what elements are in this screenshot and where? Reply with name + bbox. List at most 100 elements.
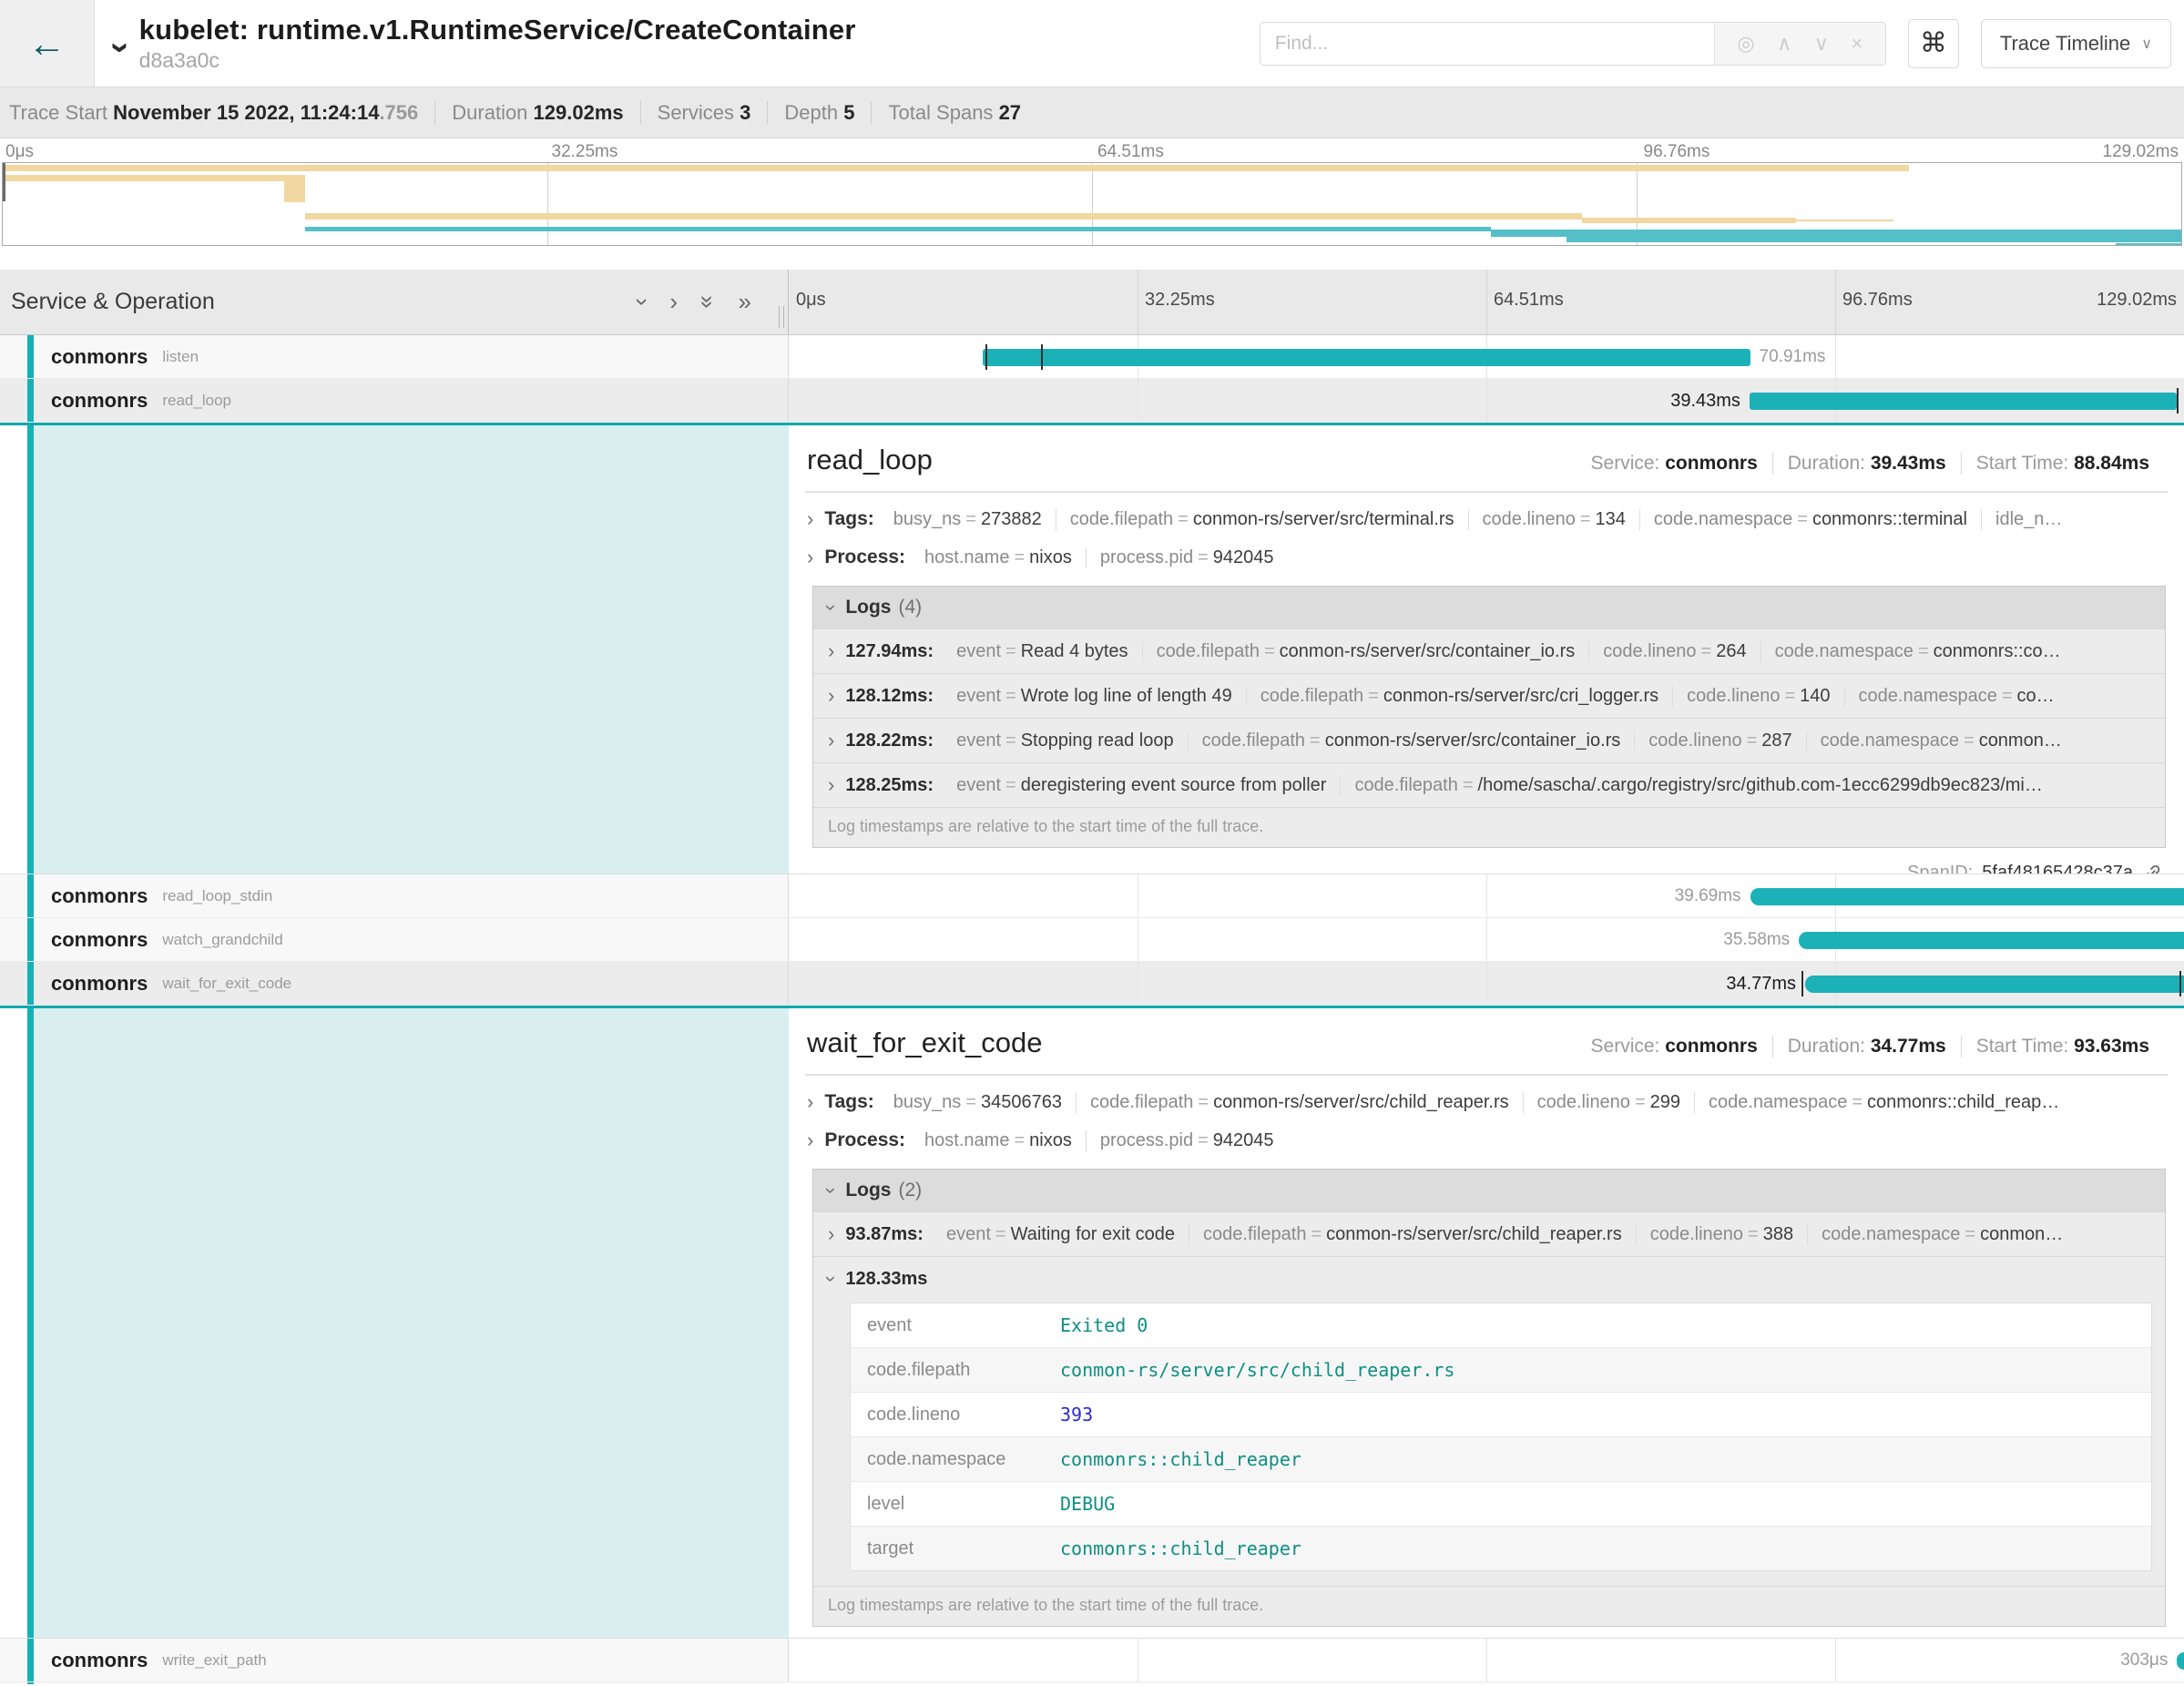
span-color-bar — [27, 962, 34, 1005]
log-field-row: code.lineno 393 — [851, 1392, 2151, 1436]
copy-link-icon[interactable] — [2142, 863, 2162, 875]
key-value-pair: process.pid=942045 — [1086, 1130, 1288, 1151]
key-value-pair: code.lineno=140 — [1672, 686, 1843, 707]
key-value-pair: code.lineno=134 — [1468, 509, 1639, 530]
minimap-span-bar — [1491, 230, 2181, 237]
chevron-down-icon: › — [820, 604, 843, 610]
key-value-pair: code.filepath=/home/sascha/.cargo/regist… — [1340, 775, 2056, 796]
tags-row[interactable]: › Tags: busy_ns=34506763code.filepath=co… — [805, 1090, 2168, 1114]
jaeger-trace-timeline-page: ← › kubelet: runtime.v1.RuntimeService/C… — [0, 0, 2184, 1686]
expand-all-icon[interactable]: » — [694, 295, 722, 308]
log-note: Log timestamps are relative to the start… — [813, 1586, 2165, 1626]
log-entry[interactable]: › 128.22ms: event=Stopping read loopcode… — [813, 718, 2165, 762]
key-value-pair: code.namespace=conmonrs::terminal — [1639, 509, 1981, 530]
minimap-span-bar — [3, 175, 295, 181]
services-stat: Services 3 — [640, 101, 768, 125]
span-operation: watch_grandchild — [162, 931, 282, 949]
log-entry[interactable]: › 127.94ms: event=Read 4 bytescode.filep… — [813, 628, 2165, 673]
span-duration-label: 39.69ms — [1675, 874, 1750, 918]
span-row-read-loop[interactable]: conmonrs read_loop 39.43ms — [0, 379, 2184, 423]
key-value-pair: busy_ns=273882 — [880, 509, 1056, 530]
process-row[interactable]: › Process: host.name=nixosprocess.pid=94… — [805, 546, 2168, 569]
span-row-wait-for-exit-code[interactable]: conmonrs wait_for_exit_code 34.77ms — [0, 962, 2184, 1006]
depth-stat: Depth 5 — [767, 101, 871, 125]
logs-header[interactable]: › Logs (2) — [813, 1170, 2165, 1211]
keyboard-shortcuts-button[interactable]: ⌘ — [1908, 19, 1959, 68]
key-value-pair: host.name=nixos — [911, 1130, 1086, 1151]
find-input[interactable] — [1260, 23, 1714, 65]
key-value-pair: busy_ns=34506763 — [880, 1092, 1076, 1113]
match-target-icon[interactable]: ◎ — [1737, 32, 1754, 56]
trace-stats-bar: Trace Start November 15 2022, 11:24:14.7… — [0, 87, 2184, 138]
trace-view-dropdown[interactable]: Trace Timeline ∨ — [1981, 19, 2171, 68]
span-id-row: SpanID: 5faf48165428c37a — [805, 848, 2168, 874]
chevron-right-icon: › — [807, 546, 813, 569]
span-bar[interactable] — [983, 349, 1750, 366]
span-row-listen[interactable]: conmonrs listen 70.91ms — [0, 335, 2184, 379]
minimap-drag-handle[interactable] — [3, 163, 5, 201]
span-operation: write_exit_path — [162, 1651, 266, 1670]
span-bar[interactable] — [1750, 888, 2184, 905]
logs-header[interactable]: › Logs (4) — [813, 587, 2165, 628]
process-row[interactable]: › Process: host.name=nixosprocess.pid=94… — [805, 1129, 2168, 1152]
expand-one-level-icon[interactable]: › — [628, 298, 657, 306]
span-duration-label: 303μs — [2120, 1639, 2177, 1682]
key-value-pair: code.namespace=conmon… — [1807, 1224, 2077, 1245]
span-bar[interactable] — [1805, 976, 2184, 993]
log-marker-tick — [2177, 388, 2179, 414]
log-fields-table: event Exited 0 code.filepath conmon-rs/s… — [850, 1303, 2152, 1571]
minimap-span-bar — [1567, 237, 2181, 242]
minimap-span-bar — [1796, 220, 1894, 221]
span-bar[interactable] — [1750, 393, 2177, 410]
span-table-header: Service & Operation › › » » 0μs 32.25ms … — [0, 270, 2184, 335]
trace-view-label: Trace Timeline — [2000, 32, 2130, 56]
clear-search-icon[interactable]: × — [1851, 32, 1863, 56]
log-entry[interactable]: › 128.12ms: event=Wrote log line of leng… — [813, 673, 2165, 718]
collapse-header-chevron-icon[interactable]: › — [101, 42, 140, 54]
detail-indent-column — [0, 425, 789, 874]
span-duration-label: 70.91ms — [1750, 335, 1826, 379]
log-entry[interactable]: › 93.87ms: event=Waiting for exit codeco… — [813, 1211, 2165, 1256]
span-detail-wait-for-exit-code: wait_for_exit_code Service: conmonrs Dur… — [0, 1006, 2184, 1639]
trace-title-wrap: › kubelet: runtime.v1.RuntimeService/Cre… — [107, 14, 1260, 73]
key-value-pair: code.filepath=conmon-rs/server/src/termi… — [1056, 509, 1468, 530]
minimap-span-bar — [2116, 243, 2181, 246]
total-spans-stat: Total Spans 27 — [871, 101, 1037, 125]
minimap-span-bar — [3, 165, 1909, 171]
key-value-pair: code.filepath=conmon-rs/server/src/child… — [1076, 1092, 1523, 1113]
service-operation-header: Service & Operation — [11, 289, 215, 315]
chevron-down-icon: ∨ — [2141, 35, 2152, 53]
tags-row[interactable]: › Tags: busy_ns=273882code.filepath=conm… — [805, 507, 2168, 531]
detail-span-title: read_loop — [807, 444, 933, 476]
next-result-icon[interactable]: ∨ — [1814, 32, 1829, 56]
key-value-pair: process.pid=942045 — [1086, 547, 1288, 568]
detail-span-title: wait_for_exit_code — [807, 1027, 1043, 1059]
back-button[interactable]: ← — [0, 0, 95, 87]
span-operation: listen — [162, 348, 199, 366]
log-field-row: level DEBUG — [851, 1481, 2151, 1526]
trace-minimap[interactable] — [2, 162, 2182, 246]
span-duration-label: 39.43ms — [1670, 379, 1750, 423]
span-color-bar — [27, 1639, 34, 1681]
span-bar[interactable] — [1799, 932, 2184, 949]
span-row-watch-grandchild[interactable]: conmonrs watch_grandchild 35.58ms — [0, 918, 2184, 962]
span-service: conmonrs — [51, 345, 148, 369]
log-entry-expanded[interactable]: › 128.33ms — [813, 1256, 2165, 1301]
span-color-bar — [27, 379, 34, 422]
back-arrow-icon: ← — [28, 22, 66, 66]
span-row-write-exit-path[interactable]: conmonrs write_exit_path 303μs — [0, 1639, 2184, 1682]
key-value-pair: code.namespace=conmonrs::co… — [1760, 641, 2075, 662]
chevron-down-icon: › — [820, 1275, 843, 1282]
minimap-span-bar — [284, 175, 306, 202]
span-bar[interactable] — [2177, 1652, 2184, 1670]
minimap-span-bar — [1582, 218, 1795, 223]
minimap-span-bar — [305, 213, 1582, 220]
collapse-one-level-icon[interactable]: › — [669, 288, 678, 316]
next-row-peek — [0, 1682, 2184, 1684]
log-entry[interactable]: › 128.25ms: event=deregistering event so… — [813, 762, 2165, 807]
prev-result-icon[interactable]: ∧ — [1777, 32, 1791, 56]
collapse-all-icon[interactable]: » — [739, 288, 751, 316]
key-value-pair: event=Wrote log line of length 49 — [943, 686, 1246, 707]
column-resize-grip[interactable] — [779, 306, 784, 328]
span-row-read-loop-stdin[interactable]: conmonrs read_loop_stdin 39.69ms — [0, 874, 2184, 918]
